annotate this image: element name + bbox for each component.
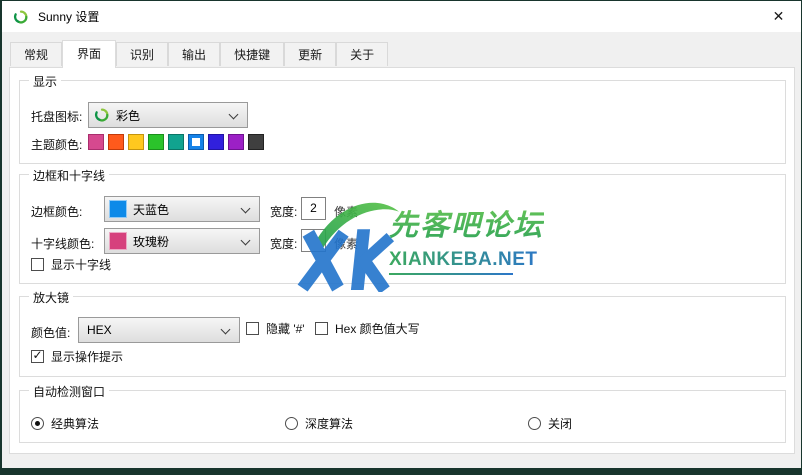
tray-color-icon [94, 107, 110, 123]
chevron-down-icon [229, 110, 239, 120]
chevron-down-icon [241, 236, 251, 246]
show-tips-label: 显示操作提示 [51, 348, 123, 365]
theme-swatch-orange[interactable] [108, 134, 124, 150]
theme-swatch-purple[interactable] [228, 134, 244, 150]
tab-hotkeys[interactable]: 快捷键 [220, 42, 284, 66]
color-format-value: HEX [87, 323, 112, 337]
hex-uppercase-checkbox[interactable]: ✓ [315, 322, 328, 335]
border-color-select[interactable]: 天蓝色 [104, 196, 260, 222]
close-button[interactable]: ✕ [756, 1, 801, 32]
hide-hash-checkbox[interactable]: ✓ [246, 322, 259, 335]
show-tips-option[interactable]: ✓ 显示操作提示 [31, 348, 123, 365]
theme-swatch-yellow[interactable] [128, 134, 144, 150]
chevron-down-icon [221, 325, 231, 335]
watermark-underline [389, 273, 513, 275]
tab-update[interactable]: 更新 [284, 42, 336, 66]
theme-swatch-dark-gray[interactable] [248, 134, 264, 150]
show-crosshair-checkbox[interactable]: ✓ [31, 258, 44, 271]
group-magnifier-legend: 放大镜 [29, 289, 73, 306]
hide-hash-label: 隐藏 '#' [266, 320, 305, 337]
watermark-site: XIANKEBA.NET [389, 249, 544, 271]
border-color-swatch [109, 200, 127, 218]
tray-icon-label: 托盘图标: [31, 108, 82, 125]
title-bar: Sunny 设置 ✕ [2, 1, 801, 32]
radio-dot-icon [35, 421, 40, 426]
tab-output[interactable]: 输出 [168, 42, 220, 66]
settings-window: Sunny 设置 ✕ 常规 界面 识别 输出 快捷键 更新 关于 显示 托盘图标… [2, 1, 801, 468]
off-label: 关闭 [548, 415, 572, 432]
border-color-label: 边框颜色: [31, 203, 82, 220]
theme-swatch-green[interactable] [148, 134, 164, 150]
depth-algorithm-option[interactable]: 深度算法 [285, 415, 353, 432]
color-format-label: 颜色值: [31, 324, 70, 341]
tray-icon-select[interactable]: 彩色 [88, 102, 248, 128]
group-auto-detect: 自动检测窗口 [19, 390, 786, 443]
sunny-app-icon [13, 9, 29, 25]
classic-algorithm-label: 经典算法 [51, 415, 99, 432]
crosshair-color-label: 十字线颜色: [31, 235, 94, 252]
tray-icon-value: 彩色 [116, 107, 140, 124]
window-title: Sunny 设置 [38, 8, 99, 25]
theme-swatch-teal[interactable] [168, 134, 184, 150]
watermark-xk-logo-icon [292, 192, 404, 292]
off-option[interactable]: 关闭 [528, 415, 572, 432]
hex-uppercase-option[interactable]: ✓ Hex 颜色值大写 [315, 320, 420, 337]
show-tips-checkbox[interactable]: ✓ [31, 350, 44, 363]
tab-general[interactable]: 常规 [10, 42, 62, 66]
tab-interface[interactable]: 界面 [62, 40, 116, 68]
hex-uppercase-label: Hex 颜色值大写 [335, 320, 420, 337]
theme-color-swatches [88, 134, 264, 150]
crosshair-color-swatch [109, 232, 127, 250]
watermark-title: 先客吧论坛 [389, 202, 544, 244]
show-crosshair-option[interactable]: ✓ 显示十字线 [31, 256, 111, 273]
check-icon: ✓ [33, 349, 43, 362]
group-auto-detect-legend: 自动检测窗口 [29, 383, 109, 400]
crosshair-color-value: 玫瑰粉 [133, 233, 169, 250]
show-crosshair-label: 显示十字线 [51, 256, 111, 273]
theme-swatch-indigo[interactable] [208, 134, 224, 150]
group-border-crosshair-legend: 边框和十字线 [29, 167, 109, 184]
watermark: 先客吧论坛 XIANKEBA.NET [292, 192, 537, 292]
screen: Sunny 设置 ✕ 常规 界面 识别 输出 快捷键 更新 关于 显示 托盘图标… [0, 0, 802, 475]
tab-bar: 常规 界面 识别 输出 快捷键 更新 关于 [10, 40, 388, 66]
tab-about[interactable]: 关于 [336, 42, 388, 66]
theme-swatch-pink[interactable] [88, 134, 104, 150]
group-display-legend: 显示 [29, 73, 61, 90]
theme-swatch-blue[interactable] [188, 134, 204, 150]
hide-hash-option[interactable]: ✓ 隐藏 '#' [246, 320, 305, 337]
theme-color-label: 主题颜色: [31, 136, 82, 153]
watermark-text: 先客吧论坛 XIANKEBA.NET [389, 202, 544, 275]
tab-recognition[interactable]: 识别 [116, 42, 168, 66]
off-radio[interactable] [528, 417, 541, 430]
classic-algorithm-option[interactable]: 经典算法 [31, 415, 99, 432]
depth-algorithm-label: 深度算法 [305, 415, 353, 432]
classic-algorithm-radio[interactable] [31, 417, 44, 430]
crosshair-color-select[interactable]: 玫瑰粉 [104, 228, 260, 254]
color-format-select[interactable]: HEX [78, 317, 240, 343]
border-color-value: 天蓝色 [133, 201, 169, 218]
chevron-down-icon [241, 204, 251, 214]
depth-algorithm-radio[interactable] [285, 417, 298, 430]
